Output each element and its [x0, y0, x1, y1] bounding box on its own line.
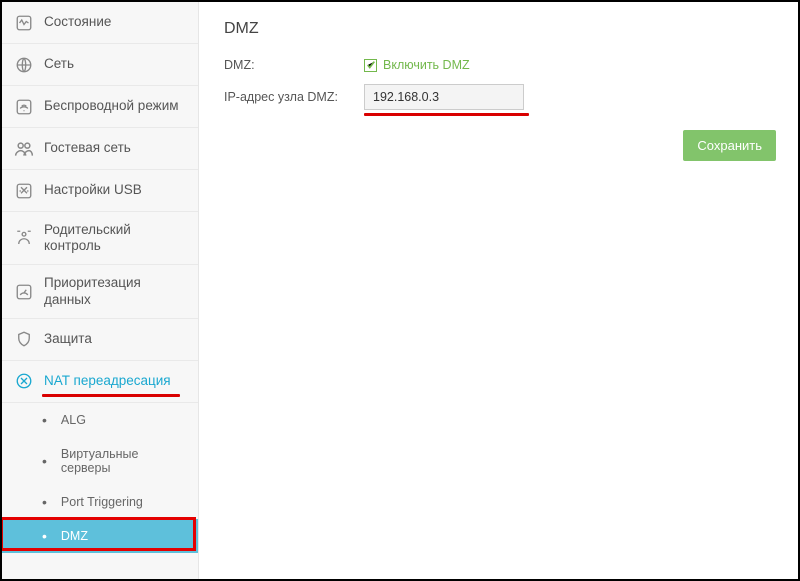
usb-icon — [14, 181, 34, 201]
sidebar-item-parental[interactable]: Родительский контроль — [2, 212, 198, 265]
main-menu: Состояние Сеть Беспроводной режим Гостев… — [2, 2, 198, 403]
submenu-item-label: Виртуальные серверы — [61, 447, 188, 475]
row-dmz-ip: IP-адрес узла DMZ: — [224, 84, 773, 110]
content-area: DMZ DMZ: Включить DMZ IP-адрес узла DMZ:… — [199, 2, 798, 579]
page-title: DMZ — [224, 20, 773, 38]
globe-icon — [14, 55, 34, 75]
nat-submenu: ALG Виртуальные серверы Port Triggering … — [2, 403, 198, 553]
wifi-icon — [14, 97, 34, 117]
nat-icon — [14, 371, 34, 391]
sidebar-item-label: Настройки USB — [44, 182, 142, 198]
activity-icon — [14, 13, 34, 33]
sidebar-item-security[interactable]: Защита — [2, 319, 198, 361]
sidebar-item-status[interactable]: Состояние — [2, 2, 198, 44]
submenu-item-label: Port Triggering — [61, 495, 143, 509]
sidebar-item-label: Состояние — [44, 14, 111, 30]
sidebar-item-nat[interactable]: NAT переадресация — [2, 361, 198, 403]
gauge-icon — [14, 282, 34, 302]
submenu-item-label: DMZ — [61, 529, 88, 543]
ip-input-wrap — [364, 84, 524, 110]
sidebar-item-qos[interactable]: Приоритезация данных — [2, 265, 198, 318]
sidebar-item-usb[interactable]: Настройки USB — [2, 170, 198, 212]
dmz-ip-input[interactable] — [364, 84, 524, 110]
users-icon — [14, 139, 34, 159]
sidebar-item-label: Беспроводной режим — [44, 98, 179, 114]
sidebar-item-label: NAT переадресация — [44, 373, 171, 389]
sidebar-item-label: Приоритезация данных — [44, 275, 188, 307]
submenu-item-label: ALG — [61, 413, 86, 427]
sidebar-item-guest[interactable]: Гостевая сеть — [2, 128, 198, 170]
highlight-underline — [364, 113, 529, 117]
sidebar: Состояние Сеть Беспроводной режим Гостев… — [2, 2, 199, 579]
row-dmz-enable: DMZ: Включить DMZ — [224, 58, 773, 72]
sidebar-item-wireless[interactable]: Беспроводной режим — [2, 86, 198, 128]
highlight-underline — [42, 394, 180, 397]
dmz-label: DMZ: — [224, 58, 364, 72]
submenu-item-port-triggering[interactable]: Port Triggering — [2, 485, 198, 519]
shield-icon — [14, 228, 34, 248]
sidebar-item-label: Сеть — [44, 56, 74, 72]
ip-label: IP-адрес узла DMZ: — [224, 90, 364, 104]
checkbox-icon — [364, 59, 377, 72]
sidebar-item-label: Гостевая сеть — [44, 140, 131, 156]
enable-dmz-checkbox[interactable]: Включить DMZ — [364, 58, 470, 72]
submenu-item-virtual-servers[interactable]: Виртуальные серверы — [2, 437, 198, 485]
lock-icon — [14, 329, 34, 349]
save-button[interactable]: Сохранить — [683, 130, 776, 161]
highlight-box — [2, 517, 196, 551]
submenu-item-alg[interactable]: ALG — [2, 403, 198, 437]
submenu-item-dmz[interactable]: DMZ — [2, 519, 198, 553]
sidebar-item-label: Защита — [44, 331, 92, 347]
enable-dmz-label: Включить DMZ — [383, 58, 470, 72]
sidebar-item-network[interactable]: Сеть — [2, 44, 198, 86]
sidebar-item-label: Родительский контроль — [44, 222, 188, 254]
